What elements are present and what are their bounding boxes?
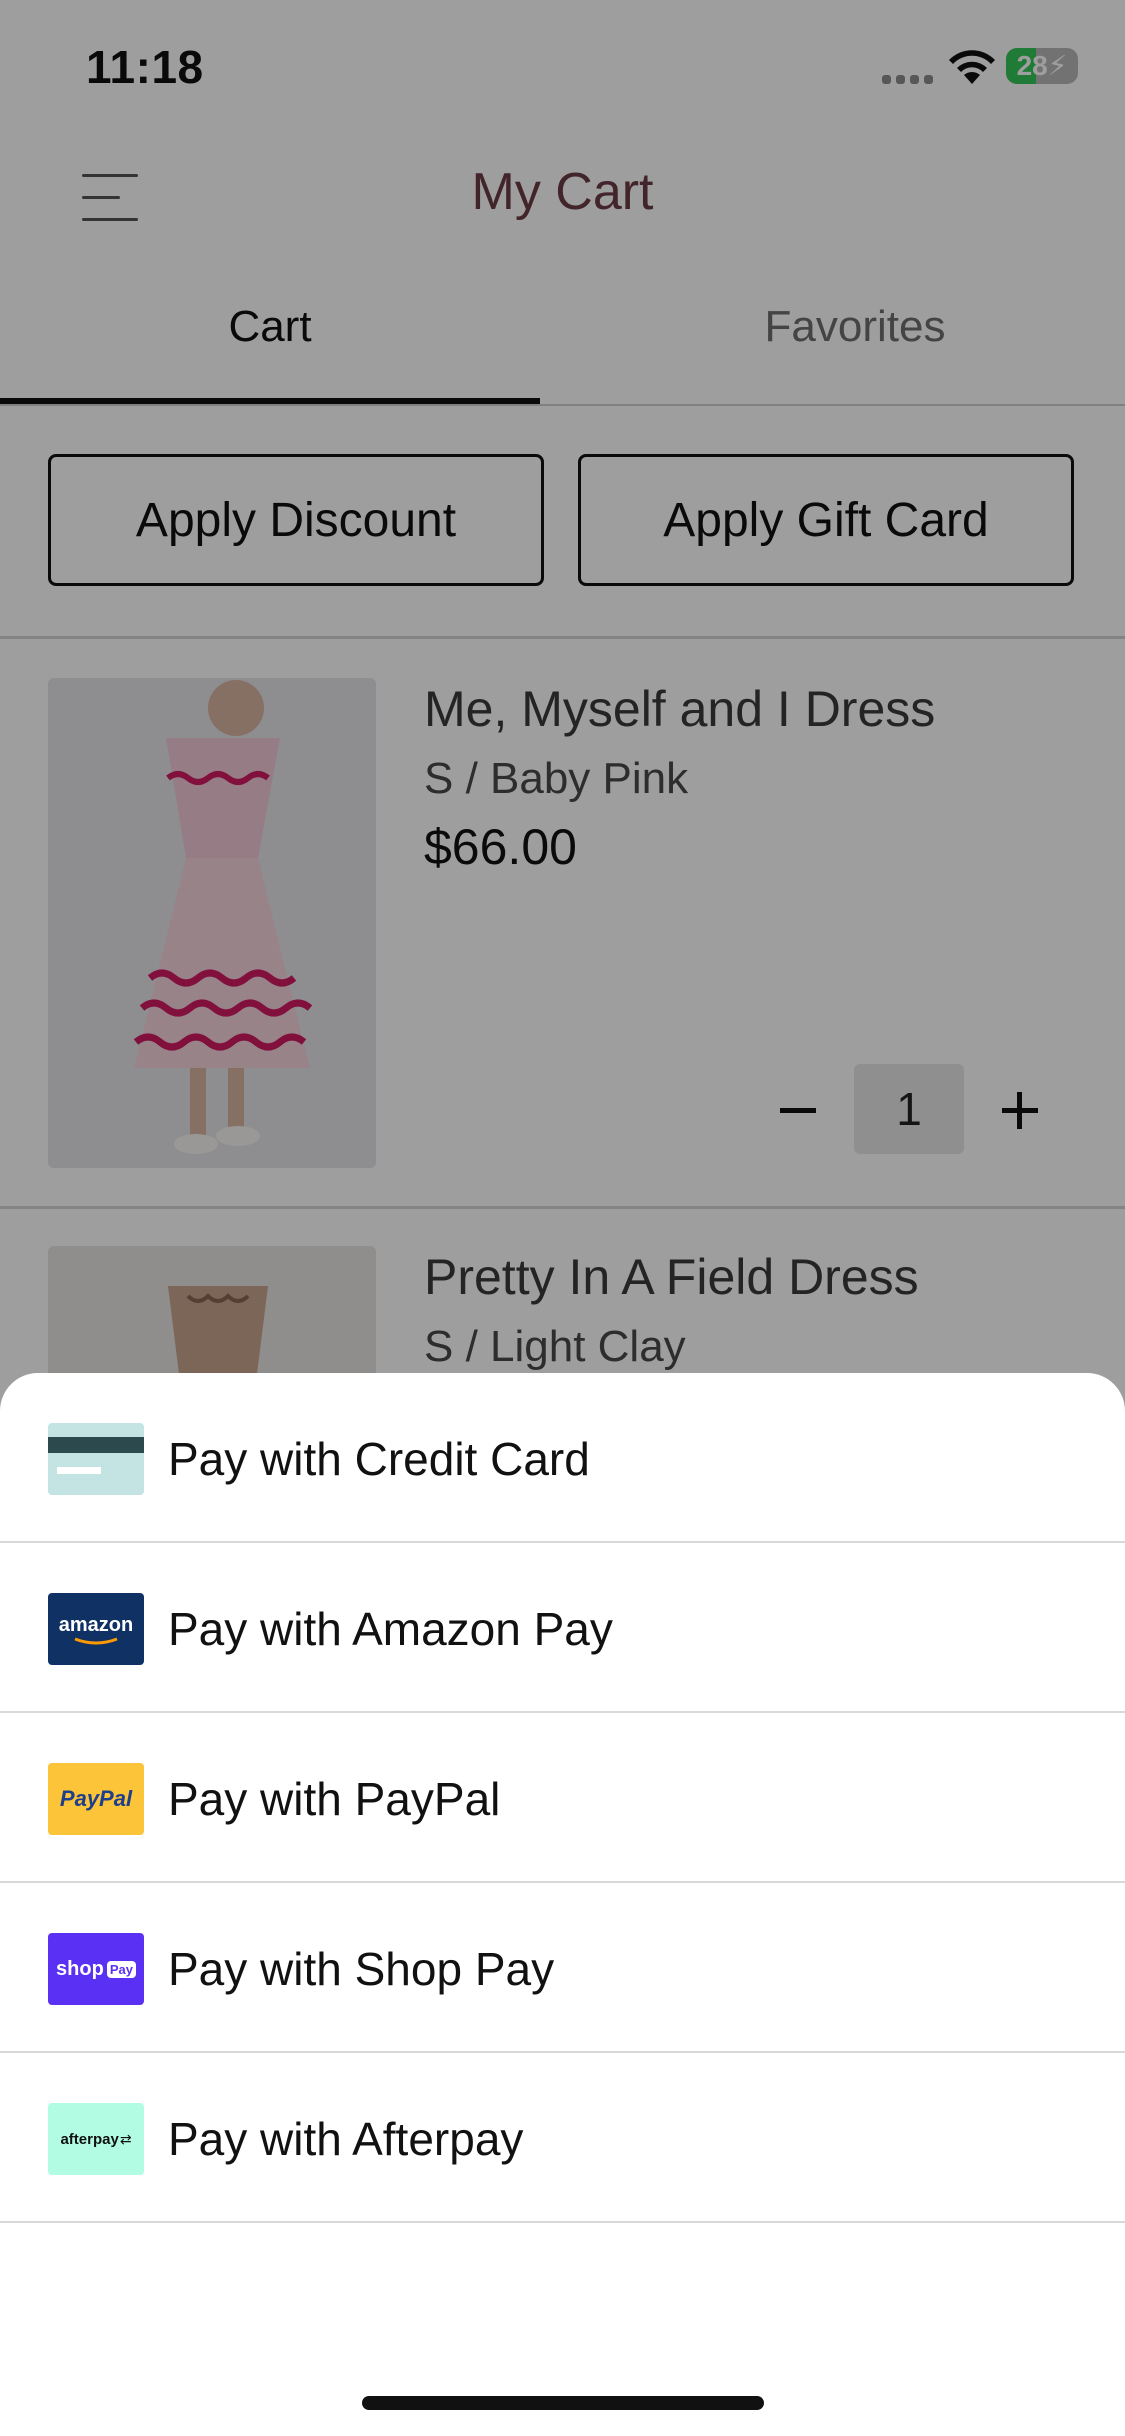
shop-logo-text: shop [56,1957,104,1980]
payment-option-label: Pay with Credit Card [168,1433,590,1485]
amazon-pay-logo: amazon [48,1593,144,1665]
shop-pay-logo: shop Pay [48,1933,144,2005]
payment-options-sheet: Pay with Credit Card amazon Pay with Ama… [0,1373,1125,2436]
amazon-smile-icon [74,1637,118,1644]
pay-with-shop-pay-option[interactable]: shop Pay Pay with Shop Pay [0,1883,1125,2053]
payment-option-label: Pay with Afterpay [168,2113,524,2165]
afterpay-arrows-icon: ⇄ [119,2130,132,2147]
amazon-logo-text: amazon [58,1613,134,1636]
afterpay-logo: afterpay ⇄ [48,2103,144,2175]
credit-card-icon [48,1423,144,1495]
afterpay-logo-text: afterpay [60,2130,119,2148]
home-indicator[interactable] [362,2396,764,2410]
paypal-logo-text: PayPal [59,1786,133,1811]
paypal-logo: PayPal [48,1763,144,1835]
pay-with-afterpay-option[interactable]: afterpay ⇄ Pay with Afterpay [0,2053,1125,2223]
pay-with-paypal-option[interactable]: PayPal Pay with PayPal [0,1713,1125,1883]
payment-option-label: Pay with PayPal [168,1773,501,1825]
cart-screen: 11:18 28⚡ My Cart Cart Favorites Apply D… [0,0,1125,2436]
shop-pay-badge: Pay [106,1960,136,1978]
pay-with-credit-card-option[interactable]: Pay with Credit Card [0,1373,1125,1543]
payment-option-label: Pay with Amazon Pay [168,1603,613,1655]
pay-with-amazon-pay-option[interactable]: amazon Pay with Amazon Pay [0,1543,1125,1713]
payment-option-label: Pay with Shop Pay [168,1943,555,1995]
